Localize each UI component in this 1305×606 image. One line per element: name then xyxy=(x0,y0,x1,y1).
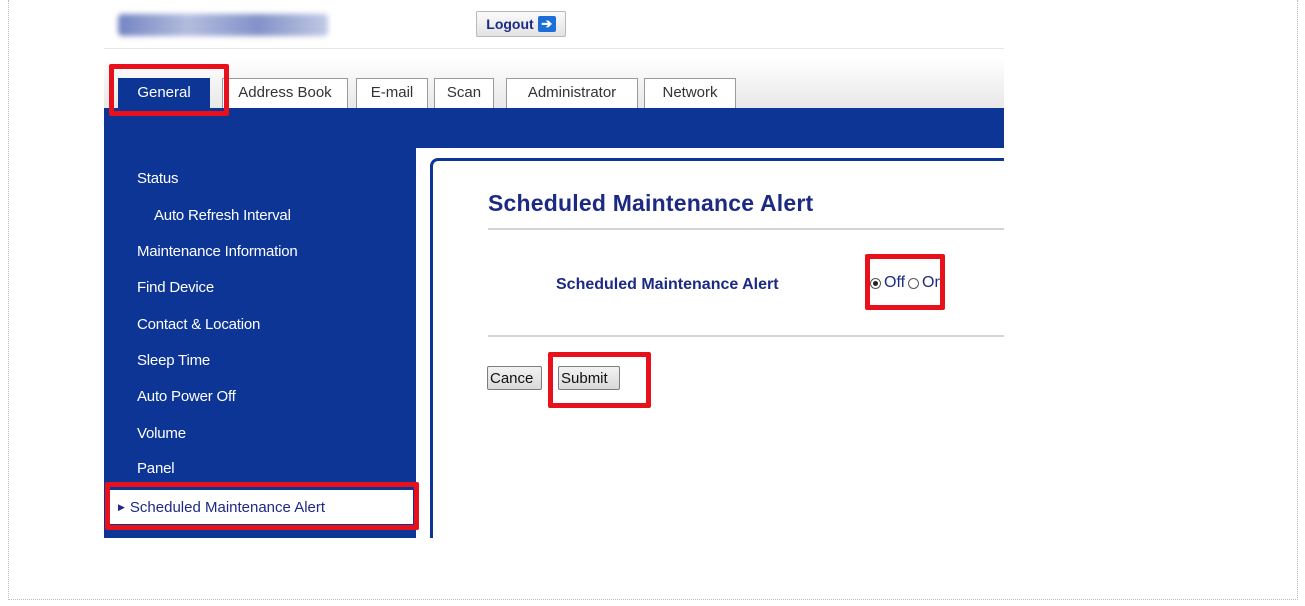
sidebar-item-status[interactable]: Status xyxy=(137,170,179,187)
tab-bar: General Address Book E-mail Scan Adminis… xyxy=(104,58,1004,108)
sidebar-item-sleep-time[interactable]: Sleep Time xyxy=(137,352,210,369)
submit-button[interactable]: Submit xyxy=(558,366,620,390)
sidebar-item-contact-location[interactable]: Contact & Location xyxy=(137,316,260,333)
tab-administrator[interactable]: Administrator xyxy=(506,78,638,108)
logout-label: Logout xyxy=(486,16,534,32)
alert-radio-group: Off On xyxy=(870,274,943,292)
right-arrow-icon: ➔ xyxy=(537,16,556,32)
web-admin-page: Logout ➔ General Address Book E-mail Sca… xyxy=(104,8,1004,538)
top-bar: Logout ➔ xyxy=(104,8,1004,49)
tab-e-mail[interactable]: E-mail xyxy=(356,78,428,108)
radio-off[interactable] xyxy=(870,277,881,289)
sidebar-item-label: Scheduled Maintenance Alert xyxy=(129,499,326,516)
sidebar-item-find-device[interactable]: Find Device xyxy=(137,279,214,296)
radio-on-label[interactable]: On xyxy=(922,274,943,292)
tab-address-book[interactable]: Address Book xyxy=(222,78,348,108)
sidebar-item-auto-power-off[interactable]: Auto Power Off xyxy=(137,388,236,405)
form-divider xyxy=(488,335,1004,337)
cancel-button[interactable]: Cance xyxy=(487,366,542,390)
sidebar-item-auto-refresh-interval[interactable]: Auto Refresh Interval xyxy=(154,207,291,224)
content-panel: Scheduled Maintenance Alert Scheduled Ma… xyxy=(418,148,1004,538)
sidebar-item-panel[interactable]: Panel xyxy=(137,460,175,477)
logout-button[interactable]: Logout ➔ xyxy=(476,11,566,37)
tab-general[interactable]: General xyxy=(118,78,210,108)
blurred-device-name xyxy=(118,14,328,36)
radio-off-label[interactable]: Off xyxy=(884,274,905,292)
sidebar: Status Auto Refresh Interval Maintenance… xyxy=(104,148,416,538)
sidebar-item-maintenance-information[interactable]: Maintenance Information xyxy=(137,243,298,260)
field-label: Scheduled Maintenance Alert xyxy=(556,276,779,293)
sidebar-item-volume[interactable]: Volume xyxy=(137,425,186,442)
tab-network[interactable]: Network xyxy=(644,78,736,108)
triangle-right-icon: ▶ xyxy=(118,502,125,512)
sidebar-item-scheduled-maintenance-alert[interactable]: ▶ Scheduled Maintenance Alert xyxy=(108,490,413,524)
page-title: Scheduled Maintenance Alert xyxy=(488,190,814,216)
header-band xyxy=(104,108,1004,148)
radio-on[interactable] xyxy=(908,277,920,289)
title-divider xyxy=(488,228,1004,230)
tab-scan[interactable]: Scan xyxy=(434,78,494,108)
